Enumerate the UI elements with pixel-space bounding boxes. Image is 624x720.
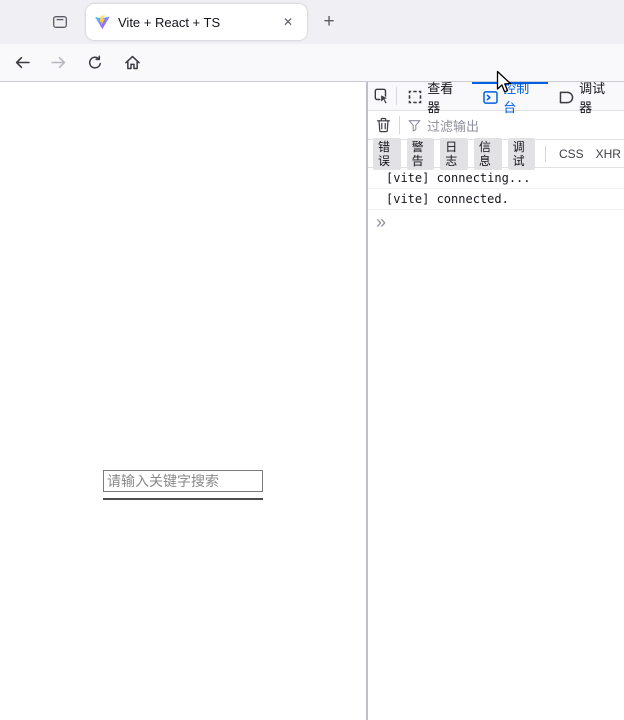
tab-close-button[interactable]: ✕	[277, 11, 299, 33]
tab-bar: Vite + React + TS ✕ +	[0, 0, 624, 44]
tab-debugger-label: 调试器	[579, 78, 613, 116]
debugger-icon	[559, 91, 574, 104]
browser-window: Vite + React + TS ✕ +	[0, 0, 624, 720]
navigation-toolbar: localhost:5173	[0, 44, 624, 82]
browser-tab-active[interactable]: Vite + React + TS ✕	[86, 4, 307, 40]
console-prompt-icon: »	[376, 213, 386, 231]
element-picker-button[interactable]	[368, 82, 396, 110]
forward-button[interactable]	[43, 48, 73, 78]
devtools-tab-bar: 查看器 控制台 调试器	[368, 82, 624, 111]
console-filter-placeholder: 过滤输出	[427, 116, 479, 135]
home-icon	[124, 54, 141, 71]
filter-errors-button[interactable]: 错误	[373, 138, 401, 170]
funnel-icon	[408, 119, 421, 132]
filter-info-button[interactable]: 信息	[474, 138, 502, 170]
clear-console-button[interactable]	[368, 117, 399, 133]
search-input[interactable]	[103, 470, 263, 492]
firefox-view-button[interactable]	[44, 6, 76, 38]
filter-warnings-button[interactable]: 警告	[407, 138, 435, 170]
filter-debug-button[interactable]: 调试	[508, 138, 536, 170]
back-button[interactable]	[7, 48, 37, 78]
trash-icon	[376, 117, 391, 133]
tab-title: Vite + React + TS	[118, 15, 277, 30]
element-picker-icon	[374, 88, 390, 104]
console-message: [vite] connecting...	[368, 168, 624, 189]
console-message: [vite] connected.	[368, 189, 624, 210]
back-arrow-icon	[14, 54, 31, 71]
divider	[399, 116, 400, 134]
page-content	[0, 82, 366, 720]
forward-arrow-icon	[50, 54, 67, 71]
tab-console[interactable]: 控制台	[472, 82, 548, 110]
console-icon	[483, 91, 498, 104]
tab-debugger[interactable]: 调试器	[548, 82, 624, 110]
home-button[interactable]	[117, 48, 147, 78]
filter-xhr-button[interactable]: XHR	[593, 145, 624, 163]
filter-logs-button[interactable]: 日志	[440, 138, 468, 170]
vite-logo-icon	[94, 14, 110, 30]
tab-inspector[interactable]: 查看器	[397, 82, 472, 110]
new-tab-button[interactable]: +	[315, 8, 343, 36]
console-filter-buttons: 错误 警告 日志 信息 调试 CSS XHR	[368, 140, 624, 168]
tab-inspector-label: 查看器	[427, 78, 461, 116]
inspector-icon	[408, 90, 422, 104]
tab-console-label: 控制台	[503, 78, 537, 116]
firefox-view-icon	[52, 14, 68, 30]
divider-line	[103, 498, 263, 500]
devtools-panel: 查看器 控制台 调试器	[366, 82, 624, 720]
reload-icon	[87, 55, 103, 71]
divider	[545, 146, 546, 162]
console-filter-input[interactable]: 过滤输出	[408, 116, 479, 135]
filter-css-button[interactable]: CSS	[556, 145, 587, 163]
console-input-row[interactable]: »	[368, 210, 624, 236]
reload-button[interactable]	[80, 48, 110, 78]
